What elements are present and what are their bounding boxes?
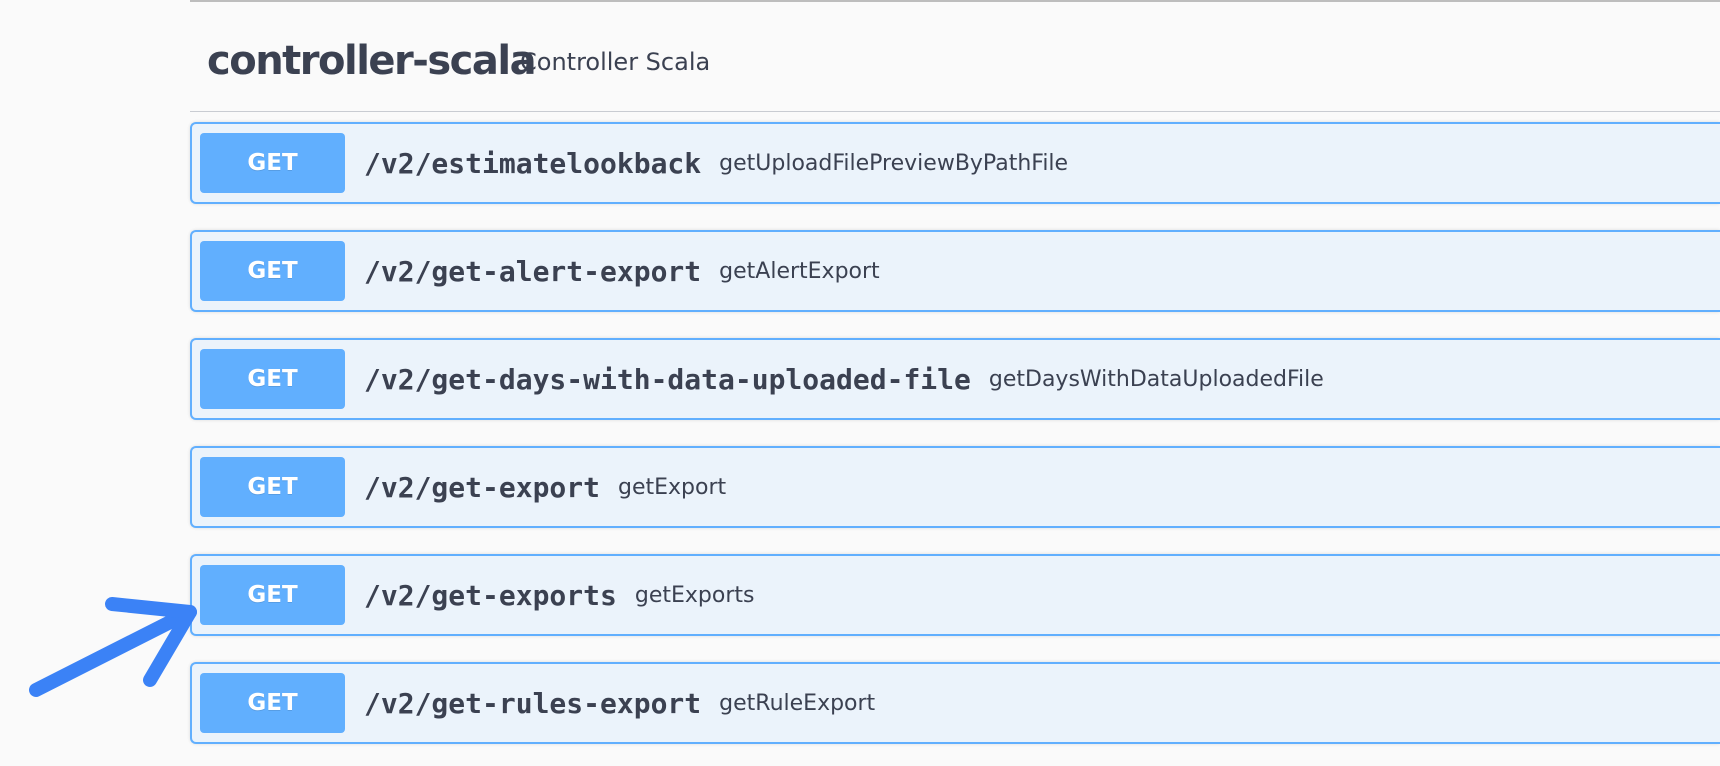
method-badge: GET xyxy=(200,241,345,301)
method-badge: GET xyxy=(200,133,345,193)
operation-summary: /v2/get-days-with-data-uploaded-file get… xyxy=(364,340,1324,418)
operation-path: /v2/get-days-with-data-uploaded-file xyxy=(364,362,971,396)
swagger-page: controller-scala Controller Scala GET /v… xyxy=(0,0,1720,766)
operation-path: /v2/get-rules-export xyxy=(364,686,702,720)
operation-description: getRuleExport xyxy=(719,690,876,716)
operation-get-export[interactable]: GET /v2/get-export getExport xyxy=(190,446,1720,528)
tag-description: Controller Scala xyxy=(520,48,711,76)
operation-summary: /v2/estimatelookback getUploadFilePrevie… xyxy=(364,124,1068,202)
operation-get-estimatelookback[interactable]: GET /v2/estimatelookback getUploadFilePr… xyxy=(190,122,1720,204)
operation-get-days-with-data-uploaded-file[interactable]: GET /v2/get-days-with-data-uploaded-file… xyxy=(190,338,1720,420)
operations-list: GET /v2/estimatelookback getUploadFilePr… xyxy=(190,122,1720,766)
method-badge: GET xyxy=(200,457,345,517)
operation-description: getExports xyxy=(634,582,755,608)
method-badge: GET xyxy=(200,565,345,625)
operation-path: /v2/estimatelookback xyxy=(364,146,702,180)
operation-description: getExport xyxy=(618,474,727,500)
operation-path: /v2/get-exports xyxy=(364,578,617,612)
operation-path: /v2/get-export xyxy=(364,470,601,504)
tag-name: controller-scala xyxy=(207,38,537,84)
method-badge: GET xyxy=(200,673,345,733)
tag-section-header[interactable]: controller-scala Controller Scala xyxy=(190,2,1720,112)
operation-get-alert-export[interactable]: GET /v2/get-alert-export getAlertExport xyxy=(190,230,1720,312)
operation-summary: /v2/get-rules-export getRuleExport xyxy=(364,664,875,742)
operation-summary: /v2/get-exports getExports xyxy=(364,556,754,634)
operation-description: getAlertExport xyxy=(719,258,880,284)
operation-description: getUploadFilePreviewByPathFile xyxy=(719,150,1069,176)
operation-summary: /v2/get-alert-export getAlertExport xyxy=(364,232,880,310)
operation-path: /v2/get-alert-export xyxy=(364,254,702,288)
operation-get-exports[interactable]: GET /v2/get-exports getExports xyxy=(190,554,1720,636)
operation-description: getDaysWithDataUploadedFile xyxy=(988,366,1324,392)
operation-summary: /v2/get-export getExport xyxy=(364,448,726,526)
operation-get-rules-export[interactable]: GET /v2/get-rules-export getRuleExport xyxy=(190,662,1720,744)
method-badge: GET xyxy=(200,349,345,409)
